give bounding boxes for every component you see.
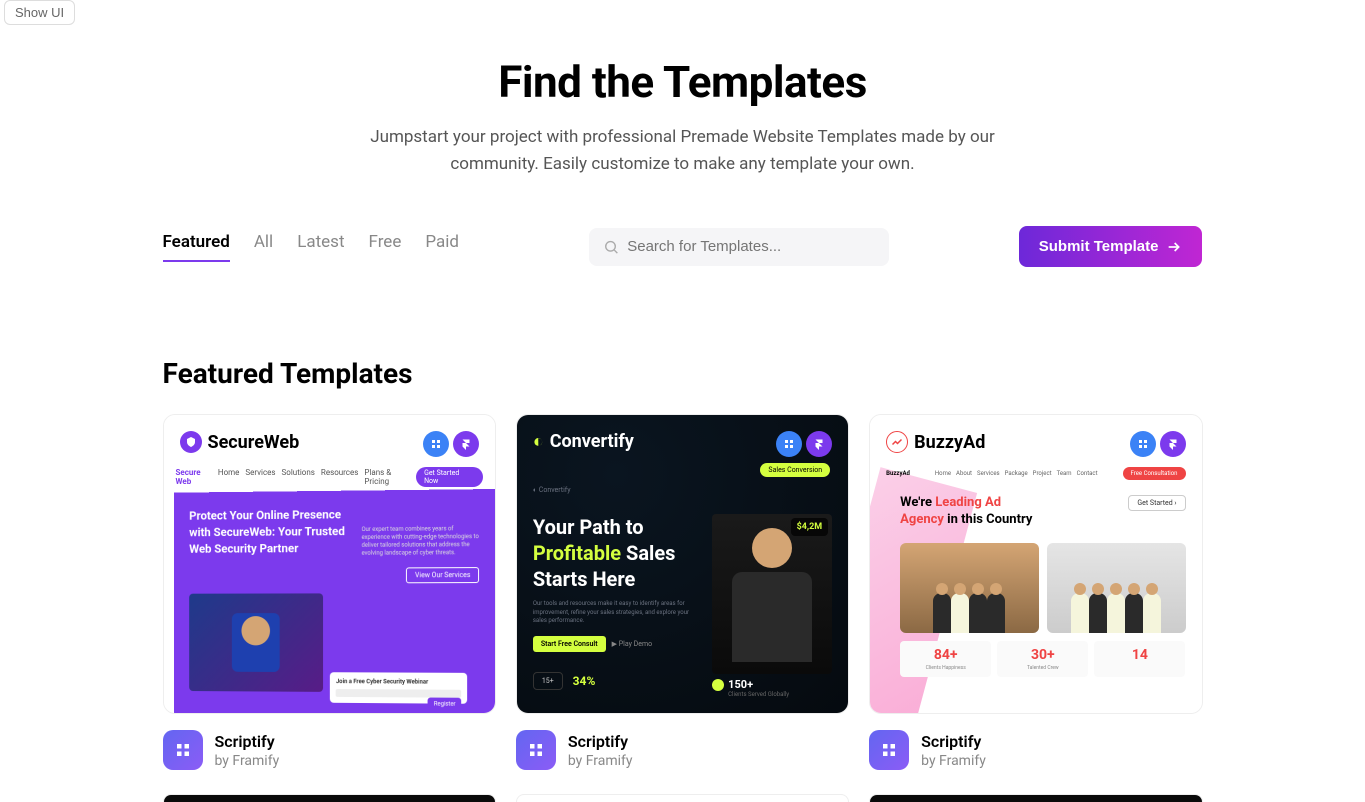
search-icon [603, 238, 619, 256]
template-card: ◐Convertify Sales Conversion ◐ Convertif… [516, 414, 849, 770]
template-author[interactable]: by Framify [215, 753, 280, 769]
filter-tabs: Featured All Latest Free Paid [163, 232, 459, 262]
submit-template-button[interactable]: Submit Template [1019, 226, 1203, 267]
chart-icon [886, 431, 908, 453]
brand-name: BuzzyAd [914, 432, 985, 453]
author-logo-icon [516, 730, 556, 770]
template-thumbnail[interactable]: ◐Convertify Sales Conversion ◐ Convertif… [516, 414, 849, 714]
author-logo-icon [869, 730, 909, 770]
template-card: SecureWeb Secure Web Home Services Solut… [163, 414, 496, 770]
tab-featured[interactable]: Featured [163, 232, 230, 262]
brand-name: SecureWeb [208, 432, 300, 453]
template-author[interactable]: by Framify [568, 753, 633, 769]
brand-name: Convertify [550, 431, 634, 452]
badge-icon [1130, 431, 1156, 457]
template-grid: SecureWeb Secure Web Home Services Solut… [163, 414, 1203, 770]
template-author[interactable]: by Framify [921, 753, 986, 769]
template-card: BuzzyAd BuzzyAd Home About Services Pack… [869, 414, 1202, 770]
template-title[interactable]: Scriptify [215, 732, 280, 751]
search-input[interactable] [627, 238, 875, 255]
submit-label: Submit Template [1039, 238, 1159, 255]
framer-icon [453, 431, 479, 457]
author-logo-icon [163, 730, 203, 770]
search-box[interactable] [589, 228, 889, 266]
tab-free[interactable]: Free [369, 232, 402, 262]
tab-all[interactable]: All [254, 232, 273, 262]
page-title: Find the Templates [163, 56, 1203, 108]
template-thumbnail[interactable]: BuzzyAd BuzzyAd Home About Services Pack… [869, 414, 1202, 714]
page-subtitle: Jumpstart your project with professional… [363, 124, 1003, 178]
badge-icon [776, 431, 802, 457]
framer-icon [1160, 431, 1186, 457]
badge-icon [423, 431, 449, 457]
template-title[interactable]: Scriptify [568, 732, 633, 751]
framer-icon [806, 431, 832, 457]
section-title: Featured Templates [163, 357, 1203, 390]
template-thumbnail[interactable]: SecureWeb Secure Web Home Services Solut… [163, 414, 496, 714]
shield-icon [180, 431, 202, 453]
controls-row: Featured All Latest Free Paid Submit Tem… [163, 226, 1203, 267]
template-thumbnail-peek[interactable] [516, 794, 849, 802]
tab-latest[interactable]: Latest [297, 232, 344, 262]
show-ui-button[interactable]: Show UI [4, 0, 75, 25]
hero: Find the Templates Jumpstart your projec… [163, 0, 1203, 178]
next-row-peek [163, 794, 1203, 802]
template-title[interactable]: Scriptify [921, 732, 986, 751]
template-thumbnail-peek[interactable] [869, 794, 1202, 802]
template-thumbnail-peek[interactable] [163, 794, 496, 802]
arrow-right-icon [1166, 239, 1182, 255]
tab-paid[interactable]: Paid [425, 232, 459, 262]
